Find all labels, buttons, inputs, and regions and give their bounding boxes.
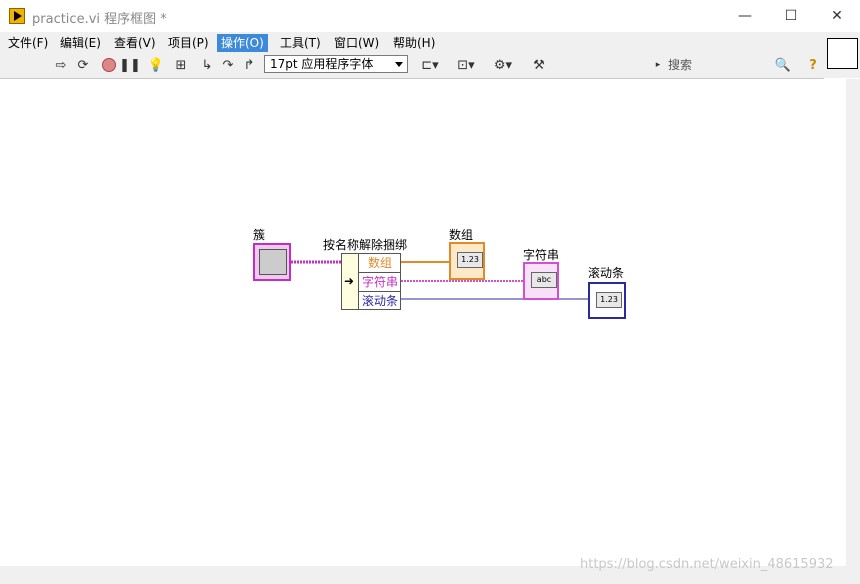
unbundle-row-string[interactable]: 字符串: [359, 273, 401, 292]
array-indicator[interactable]: 1.23: [449, 242, 485, 280]
array-label: 数组: [449, 228, 474, 242]
cluster-icon: [259, 249, 287, 275]
vertical-scrollbar[interactable]: [846, 79, 860, 566]
cluster-label: 簇: [253, 228, 266, 242]
scrollbar-corner: [846, 566, 860, 584]
slider-label: 滚动条: [588, 266, 625, 280]
unbundle-input-pane: ➜: [342, 254, 359, 309]
cluster-terminal[interactable]: [253, 243, 291, 281]
unbundle-row-array[interactable]: 数组: [359, 254, 401, 273]
arrow-right-icon: ➜: [344, 274, 355, 288]
unbundle-by-name-node[interactable]: ➜ 数组 字符串 滚动条: [341, 253, 401, 310]
unbundle-label: 按名称解除捆绑: [323, 238, 408, 252]
string-indicator-icon: abc: [531, 272, 557, 288]
watermark: https://blog.csdn.net/weixin_48615932: [580, 557, 834, 572]
array-indicator-icon: 1.23: [457, 252, 483, 268]
slider-indicator-icon: 1.23: [596, 292, 622, 308]
string-indicator[interactable]: abc: [523, 262, 559, 300]
unbundle-row-slider[interactable]: 滚动条: [359, 292, 401, 310]
string-label: 字符串: [523, 248, 560, 262]
wires-layer: [291, 260, 588, 300]
slider-indicator[interactable]: 1.23: [588, 282, 626, 319]
